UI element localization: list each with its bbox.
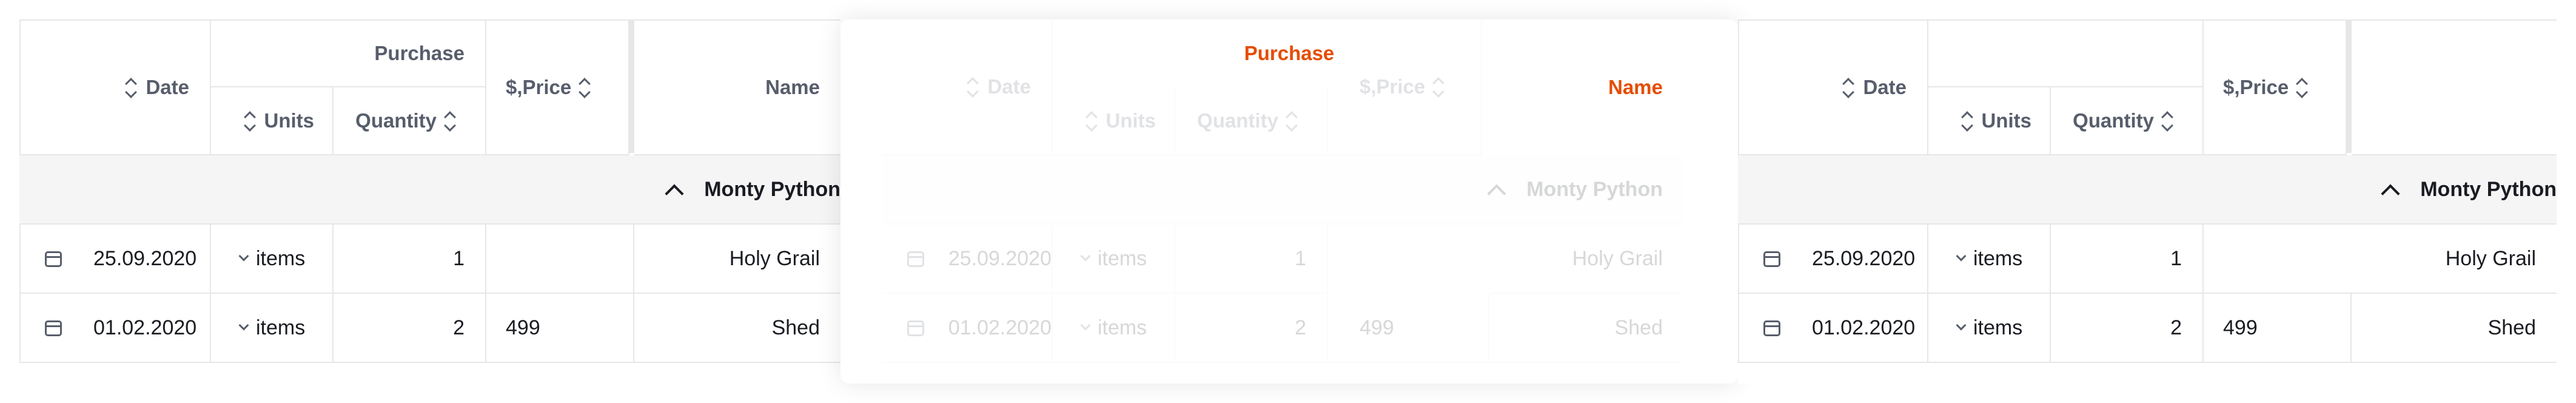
empty-column-placeholder bbox=[2352, 19, 2557, 155]
ghost-cell-name: Holy Grail bbox=[1489, 225, 1683, 294]
calendar-icon bbox=[907, 318, 924, 337]
group-row-monty-python[interactable]: Monty Python bbox=[19, 155, 840, 225]
cell-date[interactable]: 01.02.2020 bbox=[1738, 294, 1928, 363]
cell-price[interactable]: 499 bbox=[2204, 294, 2352, 363]
ghost-cell-quantity: 2 bbox=[1175, 294, 1328, 363]
ghost-cell-name: Shed bbox=[1489, 294, 1683, 363]
ghost-header-units: Units bbox=[1053, 87, 1175, 155]
chevron-down-icon bbox=[1080, 251, 1091, 262]
sort-icon[interactable] bbox=[2296, 77, 2309, 98]
ghost-cell-quantity: 1 bbox=[1175, 225, 1328, 294]
ghost-header-date: Date bbox=[883, 19, 1053, 155]
sort-icon bbox=[1432, 76, 1446, 97]
cell-name[interactable]: Holy Grail bbox=[2204, 225, 2557, 294]
column-header-date[interactable]: Date bbox=[19, 19, 211, 155]
calendar-icon[interactable] bbox=[45, 249, 64, 268]
sort-icon[interactable] bbox=[244, 110, 257, 131]
cell-quantity[interactable]: 2 bbox=[2051, 294, 2204, 363]
sort-icon[interactable] bbox=[444, 110, 457, 131]
column-header-quantity[interactable]: Quantity bbox=[2051, 87, 2204, 155]
collapse-icon bbox=[1487, 184, 1506, 203]
sort-icon[interactable] bbox=[2161, 110, 2175, 131]
sort-icon[interactable] bbox=[1842, 77, 1856, 98]
ghost-cell-units: items bbox=[1053, 294, 1175, 363]
sort-icon bbox=[1286, 110, 1299, 131]
calendar-icon[interactable] bbox=[1763, 318, 1783, 337]
ghost-header-quantity: Quantity bbox=[1175, 87, 1328, 155]
cell-quantity[interactable]: 1 bbox=[334, 225, 486, 294]
collapse-icon[interactable] bbox=[665, 184, 684, 203]
ghost-group-row: Monty Python bbox=[883, 155, 1683, 225]
ghost-cell-date: 25.09.2020 bbox=[883, 225, 1053, 294]
collapse-icon[interactable] bbox=[2381, 184, 2400, 203]
table-panel-left: Date Purchase Units Quantity $,Price Nam… bbox=[19, 19, 840, 384]
sort-icon[interactable] bbox=[125, 77, 138, 98]
sort-icon bbox=[967, 76, 980, 97]
column-header-date[interactable]: Date bbox=[1738, 19, 1928, 155]
cell-name[interactable]: Shed bbox=[634, 294, 840, 363]
column-header-name[interactable]: Name bbox=[634, 19, 840, 155]
cell-units[interactable]: items bbox=[1928, 225, 2051, 294]
ghost-header-price: $,Price bbox=[1328, 19, 1482, 155]
cell-date[interactable]: 25.09.2020 bbox=[1738, 225, 1928, 294]
cell-quantity[interactable]: 1 bbox=[2051, 225, 2204, 294]
calendar-icon bbox=[907, 249, 924, 268]
column-header-price[interactable]: $,Price bbox=[2204, 19, 2347, 155]
calendar-icon[interactable] bbox=[45, 318, 64, 337]
chevron-down-icon bbox=[1080, 320, 1091, 331]
column-header-price[interactable]: $,Price bbox=[486, 19, 629, 155]
table-panel-right: Date Units Quantity $,Price Monty Python… bbox=[1738, 19, 2557, 384]
cell-date[interactable]: 25.09.2020 bbox=[19, 225, 211, 294]
chevron-down-icon[interactable] bbox=[1956, 320, 1967, 331]
ghost-cell-date: 01.02.2020 bbox=[883, 294, 1053, 363]
cell-quantity[interactable]: 2 bbox=[334, 294, 486, 363]
ghost-cell-price: 499 bbox=[1328, 294, 1489, 363]
sort-icon bbox=[1085, 110, 1099, 131]
sort-icon[interactable] bbox=[1961, 110, 1974, 131]
cell-name[interactable]: Holy Grail bbox=[634, 225, 840, 294]
chevron-down-icon[interactable] bbox=[238, 251, 249, 262]
column-resize-handle[interactable] bbox=[2347, 19, 2352, 153]
column-header-units[interactable]: Units bbox=[211, 87, 334, 155]
column-resize-handle[interactable] bbox=[629, 19, 634, 153]
column-group-purchase: Purchase bbox=[211, 19, 486, 87]
column-drag-preview[interactable]: Purchase Name Date Units Quantity $,Pric… bbox=[840, 19, 1738, 384]
cell-price[interactable] bbox=[486, 225, 634, 294]
calendar-icon[interactable] bbox=[1763, 249, 1783, 268]
ghost-cell-units: items bbox=[1053, 225, 1175, 294]
column-header-quantity[interactable]: Quantity bbox=[334, 87, 486, 155]
column-header-units[interactable]: Units bbox=[1928, 87, 2051, 155]
group-row-monty-python[interactable]: Monty Python bbox=[1738, 155, 2557, 225]
cell-units[interactable]: items bbox=[211, 225, 334, 294]
chevron-down-icon[interactable] bbox=[238, 320, 249, 331]
sort-icon[interactable] bbox=[579, 77, 592, 98]
dragged-column-header-name[interactable]: Name bbox=[1489, 19, 1683, 155]
cell-name[interactable]: Shed bbox=[2352, 294, 2557, 363]
cell-price[interactable]: 499 bbox=[486, 294, 634, 363]
empty-column-group-placeholder bbox=[1928, 19, 2204, 87]
cell-date[interactable]: 01.02.2020 bbox=[19, 294, 211, 363]
cell-units[interactable]: items bbox=[211, 294, 334, 363]
cell-units[interactable]: items bbox=[1928, 294, 2051, 363]
chevron-down-icon[interactable] bbox=[1956, 251, 1967, 262]
